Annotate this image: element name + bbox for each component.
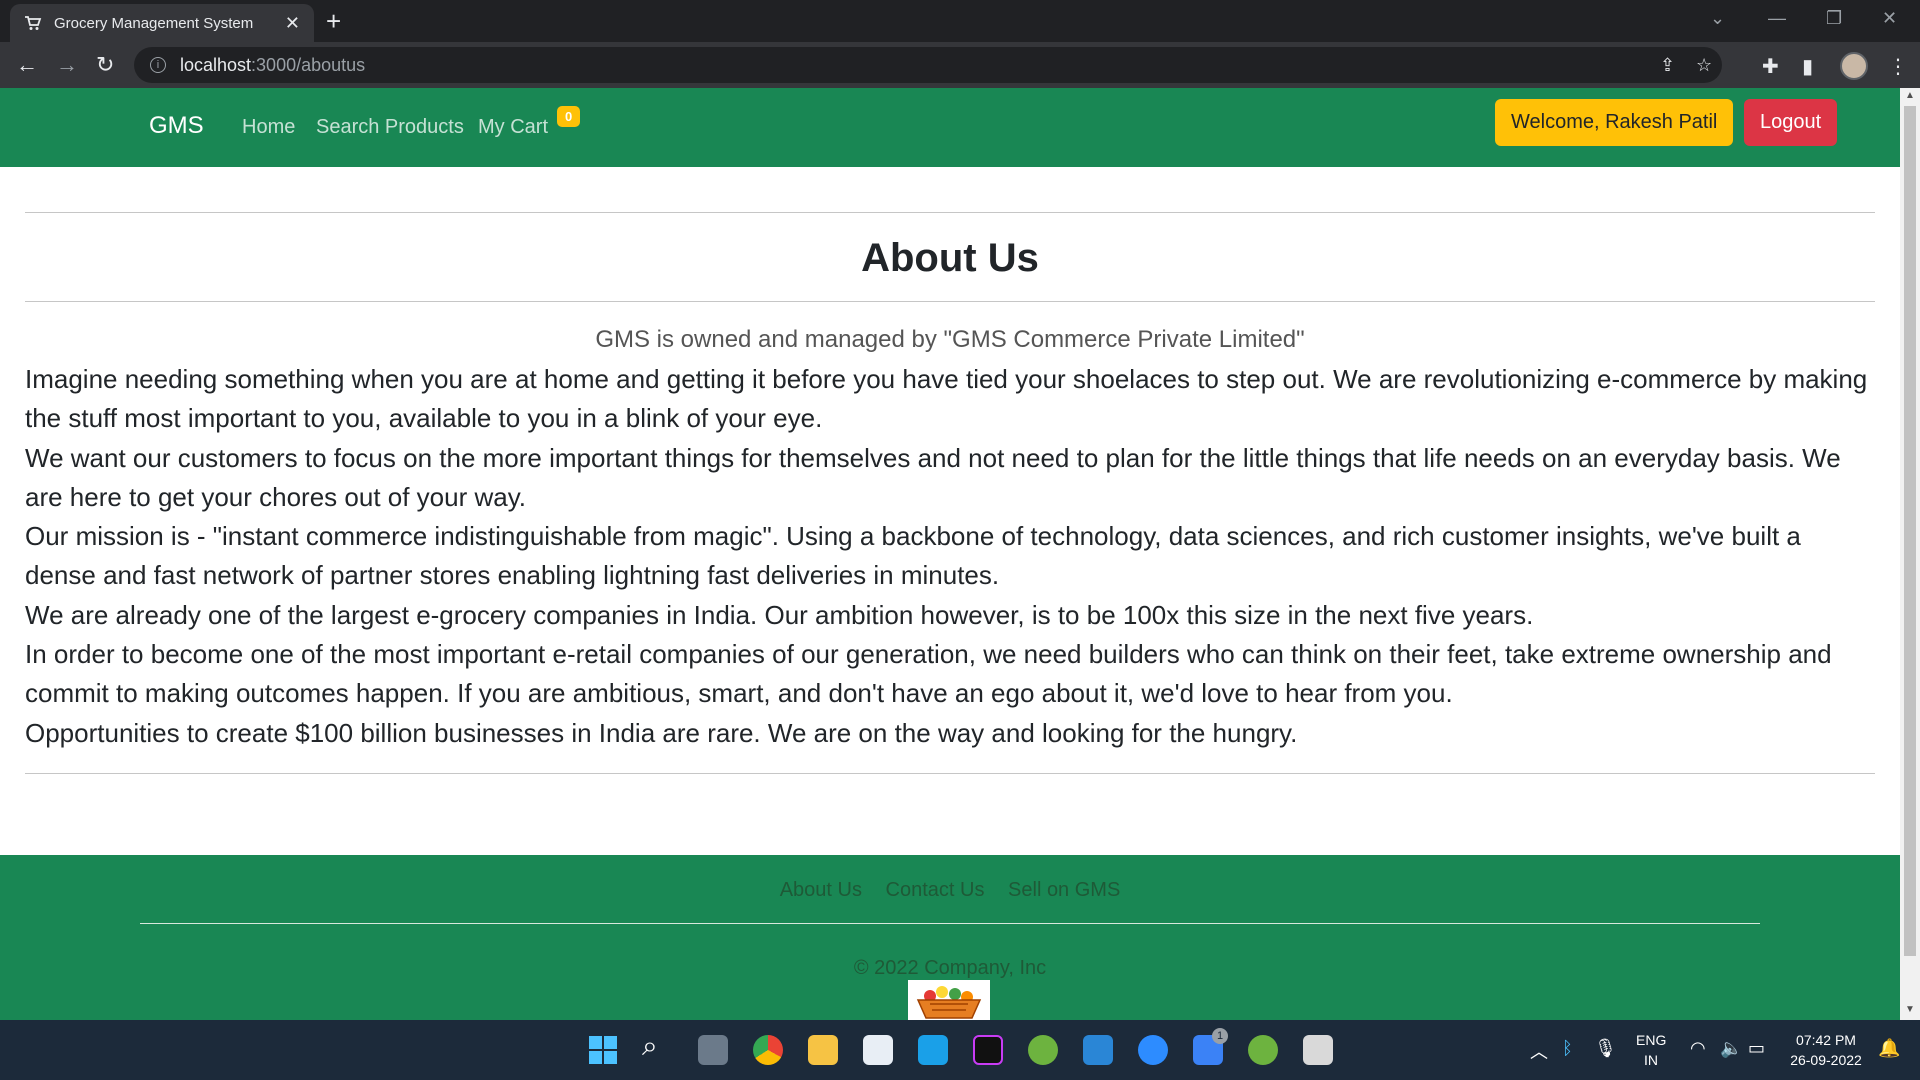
paragraph: Opportunities to create $100 billion bus… bbox=[25, 717, 1298, 748]
browser-tab-strip: Grocery Management System ✕ + ⌄ — ❐ ✕ bbox=[0, 0, 1920, 42]
vertical-scrollbar[interactable]: ▲ ▼ bbox=[1900, 88, 1920, 1020]
language-label[interactable]: ENG bbox=[1636, 1032, 1666, 1048]
search-icon[interactable]: ⌕ bbox=[642, 1030, 658, 1063]
site-footer: About Us Contact Us Sell on GMS © 2022 C… bbox=[0, 855, 1900, 1020]
l-app-icon[interactable] bbox=[918, 1035, 948, 1065]
cart-count-badge: 0 bbox=[557, 106, 581, 127]
reload-icon[interactable]: ↻ bbox=[96, 52, 114, 78]
footer-divider bbox=[140, 923, 1760, 924]
spring-icon[interactable] bbox=[1028, 1035, 1058, 1065]
clock-time[interactable]: 07:42 PM bbox=[1786, 1032, 1866, 1048]
os-taskbar: ⌕ 1 ︿ ᛒ 🎙 ENG IN ◠ 🔈 ▭ 07:42 PM 26-09-20… bbox=[0, 1020, 1920, 1080]
nav-home-link[interactable]: Home bbox=[242, 116, 295, 139]
zoom-icon[interactable] bbox=[1138, 1035, 1168, 1065]
nav-my-cart-link[interactable]: My Cart bbox=[478, 116, 548, 139]
file-explorer-icon[interactable] bbox=[808, 1035, 838, 1065]
footer-contact-us-link[interactable]: Contact Us bbox=[886, 879, 985, 901]
site-navbar: GMS Home Search Products My Cart 0 Welco… bbox=[0, 88, 1900, 167]
intellij-icon[interactable] bbox=[973, 1035, 1003, 1065]
forward-icon[interactable]: → bbox=[56, 52, 78, 78]
url-path: :3000/aboutus bbox=[251, 54, 366, 75]
wifi-icon[interactable]: ◠ bbox=[1690, 1038, 1706, 1059]
share-icon[interactable]: ⇪ bbox=[1660, 47, 1675, 83]
grocery-basket-logo bbox=[908, 980, 990, 1020]
brand-logo[interactable]: GMS bbox=[149, 112, 204, 140]
paragraph: In order to become one of the most impor… bbox=[25, 639, 1832, 709]
logout-button[interactable]: Logout bbox=[1744, 99, 1838, 146]
address-bar[interactable]: i localhost:3000/aboutus ⇪ ☆ bbox=[134, 47, 1722, 83]
region-label[interactable]: IN bbox=[1636, 1052, 1666, 1068]
notification-count-badge: 1 bbox=[1212, 1028, 1228, 1044]
vscode-icon[interactable] bbox=[1083, 1035, 1113, 1065]
profile-avatar[interactable] bbox=[1840, 52, 1868, 80]
store-icon[interactable] bbox=[863, 1035, 893, 1065]
extensions-icon[interactable]: ✚ bbox=[1762, 54, 1779, 79]
scroll-down-icon[interactable]: ▼ bbox=[1905, 1004, 1915, 1015]
paragraph: We want our customers to focus on the mo… bbox=[25, 442, 1841, 512]
bluetooth-icon[interactable]: ᛒ bbox=[1562, 1038, 1573, 1059]
menu-kebab-icon[interactable]: ⋮ bbox=[1888, 54, 1908, 79]
welcome-user-button[interactable]: Welcome, Rakesh Patil bbox=[1495, 99, 1734, 146]
chrome-app-icon[interactable] bbox=[753, 1035, 783, 1065]
ownership-lead: GMS is owned and managed by "GMS Commerc… bbox=[595, 326, 1305, 353]
new-tab-icon[interactable]: + bbox=[326, 6, 341, 37]
volume-icon[interactable]: 🔈 bbox=[1720, 1038, 1742, 1059]
tray-chevron-icon[interactable]: ︿ bbox=[1530, 1038, 1548, 1064]
divider bbox=[25, 301, 1875, 302]
close-tab-icon[interactable]: ✕ bbox=[285, 13, 300, 34]
site-info-icon[interactable]: i bbox=[150, 57, 166, 73]
snipping-tool-icon[interactable] bbox=[1303, 1035, 1333, 1065]
footer-links: About Us Contact Us Sell on GMS bbox=[0, 879, 1900, 902]
minimize-icon[interactable]: — bbox=[1768, 8, 1786, 29]
task-view-icon[interactable] bbox=[698, 1035, 728, 1065]
tab-search-chevron-icon[interactable]: ⌄ bbox=[1710, 8, 1725, 29]
page-title: About Us bbox=[861, 236, 1039, 280]
paragraph: Imagine needing something when you are a… bbox=[25, 364, 1868, 434]
scroll-thumb[interactable] bbox=[1904, 106, 1916, 956]
spring-tool-icon[interactable] bbox=[1248, 1035, 1278, 1065]
close-window-icon[interactable]: ✕ bbox=[1882, 8, 1897, 29]
footer-about-us-link[interactable]: About Us bbox=[780, 879, 862, 901]
paragraph: We are already one of the largest e-groc… bbox=[25, 599, 1534, 630]
url-host: localhost bbox=[180, 54, 252, 75]
page-viewport: GMS Home Search Products My Cart 0 Welco… bbox=[0, 88, 1900, 1020]
about-body: Imagine needing something when you are a… bbox=[25, 360, 1875, 753]
cart-favicon-icon bbox=[25, 16, 42, 30]
footer-copyright: © 2022 Company, Inc bbox=[853, 957, 1047, 979]
tab-title: Grocery Management System bbox=[54, 14, 254, 32]
side-panel-icon[interactable]: ▮ bbox=[1802, 54, 1813, 79]
battery-icon[interactable]: ▭ bbox=[1748, 1038, 1765, 1059]
divider bbox=[25, 212, 1875, 213]
microphone-icon[interactable]: 🎙 bbox=[1594, 1038, 1617, 1059]
bookmark-star-icon[interactable]: ☆ bbox=[1696, 47, 1712, 83]
restore-icon[interactable]: ❐ bbox=[1826, 8, 1842, 29]
clock-date[interactable]: 26-09-2022 bbox=[1786, 1052, 1866, 1068]
back-icon[interactable]: ← bbox=[16, 52, 38, 78]
browser-tab[interactable]: Grocery Management System ✕ bbox=[10, 4, 314, 42]
scroll-up-icon[interactable]: ▲ bbox=[1905, 90, 1915, 101]
windows-start-icon[interactable] bbox=[588, 1035, 618, 1065]
notifications-icon[interactable]: 🔔 bbox=[1878, 1038, 1900, 1059]
divider bbox=[25, 773, 1875, 774]
browser-toolbar: ← → ↻ i localhost:3000/aboutus ⇪ ☆ ✚ ▮ ⋮ bbox=[0, 42, 1920, 88]
footer-sell-link[interactable]: Sell on GMS bbox=[1008, 879, 1120, 901]
paragraph: Our mission is - "instant commerce indis… bbox=[25, 521, 1801, 591]
nav-search-products-link[interactable]: Search Products bbox=[316, 116, 464, 139]
